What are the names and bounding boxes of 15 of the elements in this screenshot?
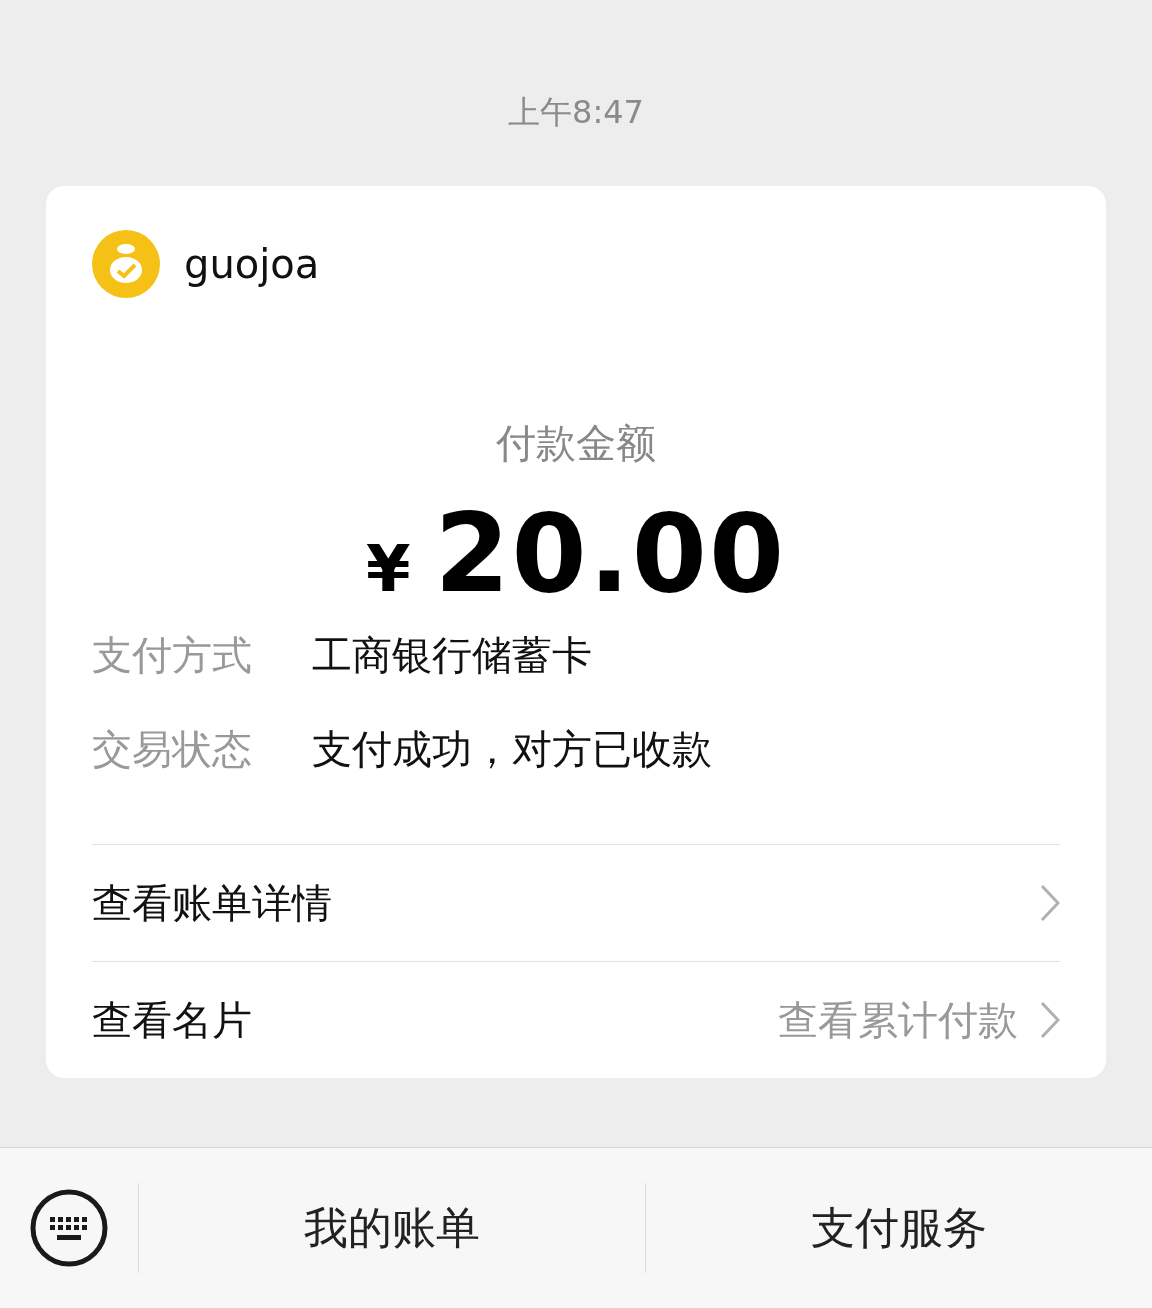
chevron-right-icon	[1040, 884, 1060, 922]
message-time: 上午8:47	[508, 92, 644, 133]
detail-label: 支付方式	[92, 631, 253, 680]
amount-label: 付款金额	[496, 419, 656, 468]
currency-symbol: ¥	[365, 532, 411, 606]
link-label[interactable]: 查看名片	[92, 992, 778, 1048]
merchant-name: guojoa	[184, 241, 320, 287]
logo-icon	[92, 230, 160, 298]
detail-value: 工商银行储蓄卡	[312, 631, 592, 680]
link-label[interactable]: 查看账单详情	[92, 875, 1040, 931]
keyboard-icon[interactable]	[30, 1189, 108, 1267]
amount-value: 20.00	[434, 491, 787, 616]
detail-value: 支付成功，对方已收款	[312, 725, 712, 774]
chevron-right-icon	[1040, 1001, 1060, 1039]
detail-label: 交易状态	[92, 725, 253, 774]
